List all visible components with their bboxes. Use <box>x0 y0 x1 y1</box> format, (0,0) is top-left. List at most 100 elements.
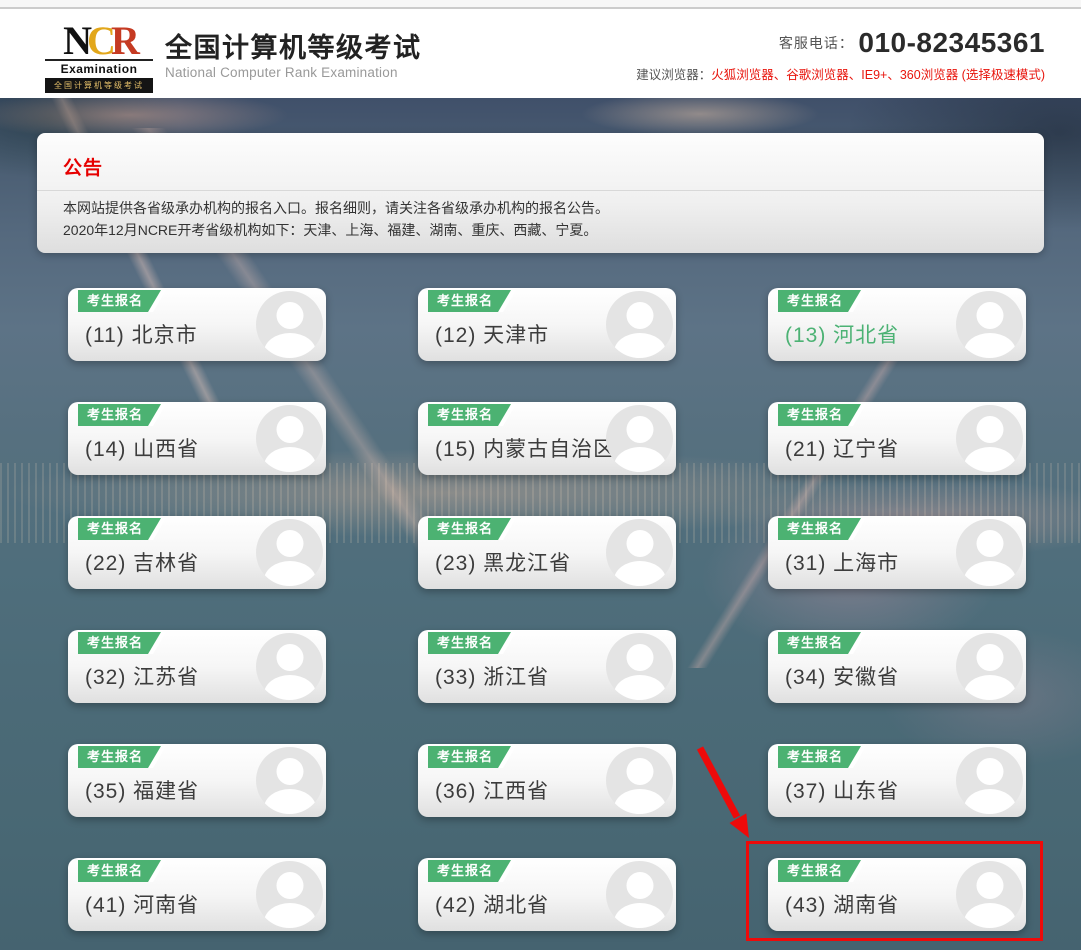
ncre-logo[interactable]: NCR Examination 全国计算机等级考试 全国计算机等级考试 Nati… <box>45 24 422 93</box>
person-avatar-icon <box>956 405 1023 472</box>
badge-label: 考生报名 <box>778 290 861 312</box>
province-label: (22) 吉林省 <box>85 547 199 577</box>
province-card[interactable]: 考生报名 (42) 湖北省 <box>418 858 676 931</box>
badge-label: 考生报名 <box>428 290 511 312</box>
province-card[interactable]: 考生报名 (32) 江苏省 <box>68 630 326 703</box>
avatar-shoulders <box>264 903 316 928</box>
red-arrow-annotation <box>680 735 770 850</box>
logo-examination-text: Examination <box>45 59 153 76</box>
site-title-en: National Computer Rank Examination <box>165 65 422 80</box>
province-card[interactable]: 考生报名 (11) 北京市 <box>68 288 326 361</box>
badge-label: 考生报名 <box>78 404 161 426</box>
avatar-head <box>276 416 303 443</box>
avatar-shoulders <box>964 789 1016 814</box>
ncre-logo-mark-icon: NCR Examination 全国计算机等级考试 <box>45 24 153 93</box>
person-avatar-icon <box>606 633 673 700</box>
top-border-strip <box>0 0 1081 9</box>
highlight-box-annotation <box>746 841 1043 941</box>
province-label: (41) 河南省 <box>85 889 199 919</box>
avatar-head <box>276 872 303 899</box>
candidate-registration-badge: 考生报名 <box>778 746 866 768</box>
province-card[interactable]: 考生报名 (15) 内蒙古自治区 <box>418 402 676 475</box>
site-header: NCR Examination 全国计算机等级考试 全国计算机等级考试 Nati… <box>0 9 1081 98</box>
person-avatar-icon <box>256 405 323 472</box>
person-avatar-icon <box>256 519 323 586</box>
candidate-registration-badge: 考生报名 <box>428 290 516 312</box>
avatar-head <box>976 302 1003 329</box>
province-card[interactable]: 考生报名 (35) 福建省 <box>68 744 326 817</box>
person-avatar-icon <box>256 633 323 700</box>
avatar-head <box>976 644 1003 671</box>
province-card[interactable]: 考生报名 (37) 山东省 <box>768 744 1026 817</box>
province-card[interactable]: 考生报名 (12) 天津市 <box>418 288 676 361</box>
avatar-shoulders <box>964 447 1016 472</box>
avatar-head <box>626 302 653 329</box>
person-avatar-icon <box>256 747 323 814</box>
province-label: (21) 辽宁省 <box>785 433 899 463</box>
candidate-registration-badge: 考生报名 <box>78 860 166 882</box>
avatar-shoulders <box>964 561 1016 586</box>
province-card[interactable]: 考生报名 (23) 黑龙江省 <box>418 516 676 589</box>
avatar-shoulders <box>614 789 666 814</box>
candidate-registration-badge: 考生报名 <box>428 860 516 882</box>
badge-label: 考生报名 <box>778 518 861 540</box>
person-avatar-icon <box>256 861 323 928</box>
candidate-registration-badge: 考生报名 <box>78 290 166 312</box>
badge-label: 考生报名 <box>428 518 511 540</box>
person-avatar-icon <box>956 633 1023 700</box>
badge-label: 考生报名 <box>78 290 161 312</box>
province-card[interactable]: 考生报名 (21) 辽宁省 <box>768 402 1026 475</box>
badge-label: 考生报名 <box>78 860 161 882</box>
notice-divider <box>37 190 1044 191</box>
avatar-shoulders <box>264 789 316 814</box>
province-label: (15) 内蒙古自治区 <box>435 433 615 463</box>
person-avatar-icon <box>606 861 673 928</box>
province-label: (11) 北京市 <box>85 319 198 349</box>
avatar-head <box>976 416 1003 443</box>
province-grid: 考生报名 (11) 北京市 考生报名 (12) 天津市 考生报名 (13) 河北… <box>68 288 1026 931</box>
badge-label: 考生报名 <box>78 518 161 540</box>
browser-advice-label: 建议浏览器： <box>636 68 711 82</box>
avatar-shoulders <box>264 675 316 700</box>
notice-body: 本网站提供各省级承办机构的报名入口。报名细则，请关注各省级承办机构的报名公告。 … <box>63 197 609 241</box>
province-card[interactable]: 考生报名 (36) 江西省 <box>418 744 676 817</box>
province-card[interactable]: 考生报名 (41) 河南省 <box>68 858 326 931</box>
candidate-registration-badge: 考生报名 <box>778 404 866 426</box>
avatar-shoulders <box>964 675 1016 700</box>
person-avatar-icon <box>956 519 1023 586</box>
province-card[interactable]: 考生报名 (31) 上海市 <box>768 516 1026 589</box>
province-label: (35) 福建省 <box>85 775 199 805</box>
candidate-registration-badge: 考生报名 <box>778 632 866 654</box>
province-label: (23) 黑龙江省 <box>435 547 571 577</box>
province-card[interactable]: 考生报名 (14) 山西省 <box>68 402 326 475</box>
province-label: (14) 山西省 <box>85 433 199 463</box>
page-root: { "header": { "logo": { "ncr": {"n": "N"… <box>0 0 1081 950</box>
candidate-registration-badge: 考生报名 <box>778 518 866 540</box>
avatar-shoulders <box>614 675 666 700</box>
service-phone-label: 客服电话： <box>779 35 854 51</box>
avatar-shoulders <box>264 447 316 472</box>
candidate-registration-badge: 考生报名 <box>428 518 516 540</box>
province-label: (36) 江西省 <box>435 775 549 805</box>
candidate-registration-badge: 考生报名 <box>428 404 516 426</box>
avatar-shoulders <box>264 561 316 586</box>
avatar-head <box>626 758 653 785</box>
avatar-shoulders <box>614 903 666 928</box>
province-card[interactable]: 考生报名 (13) 河北省 <box>768 288 1026 361</box>
avatar-head <box>276 758 303 785</box>
avatar-head <box>626 644 653 671</box>
province-card[interactable]: 考生报名 (33) 浙江省 <box>418 630 676 703</box>
notice-line-1: 本网站提供各省级承办机构的报名入口。报名细则，请关注各省级承办机构的报名公告。 <box>63 197 609 219</box>
badge-label: 考生报名 <box>428 860 511 882</box>
header-right-block: 客服电话： 010-82345361 建议浏览器：火狐浏览器、谷歌浏览器、IE9… <box>636 27 1045 83</box>
candidate-registration-badge: 考生报名 <box>78 632 166 654</box>
person-avatar-icon <box>956 291 1023 358</box>
province-card[interactable]: 考生报名 (34) 安徽省 <box>768 630 1026 703</box>
browser-advice-list: 火狐浏览器、谷歌浏览器、IE9+、360浏览器 (选择极速模式) <box>711 68 1045 82</box>
badge-label: 考生报名 <box>78 746 161 768</box>
logo-black-bar-text: 全国计算机等级考试 <box>45 78 153 93</box>
province-card[interactable]: 考生报名 (22) 吉林省 <box>68 516 326 589</box>
avatar-head <box>626 872 653 899</box>
person-avatar-icon <box>606 519 673 586</box>
province-label: (12) 天津市 <box>435 319 549 349</box>
